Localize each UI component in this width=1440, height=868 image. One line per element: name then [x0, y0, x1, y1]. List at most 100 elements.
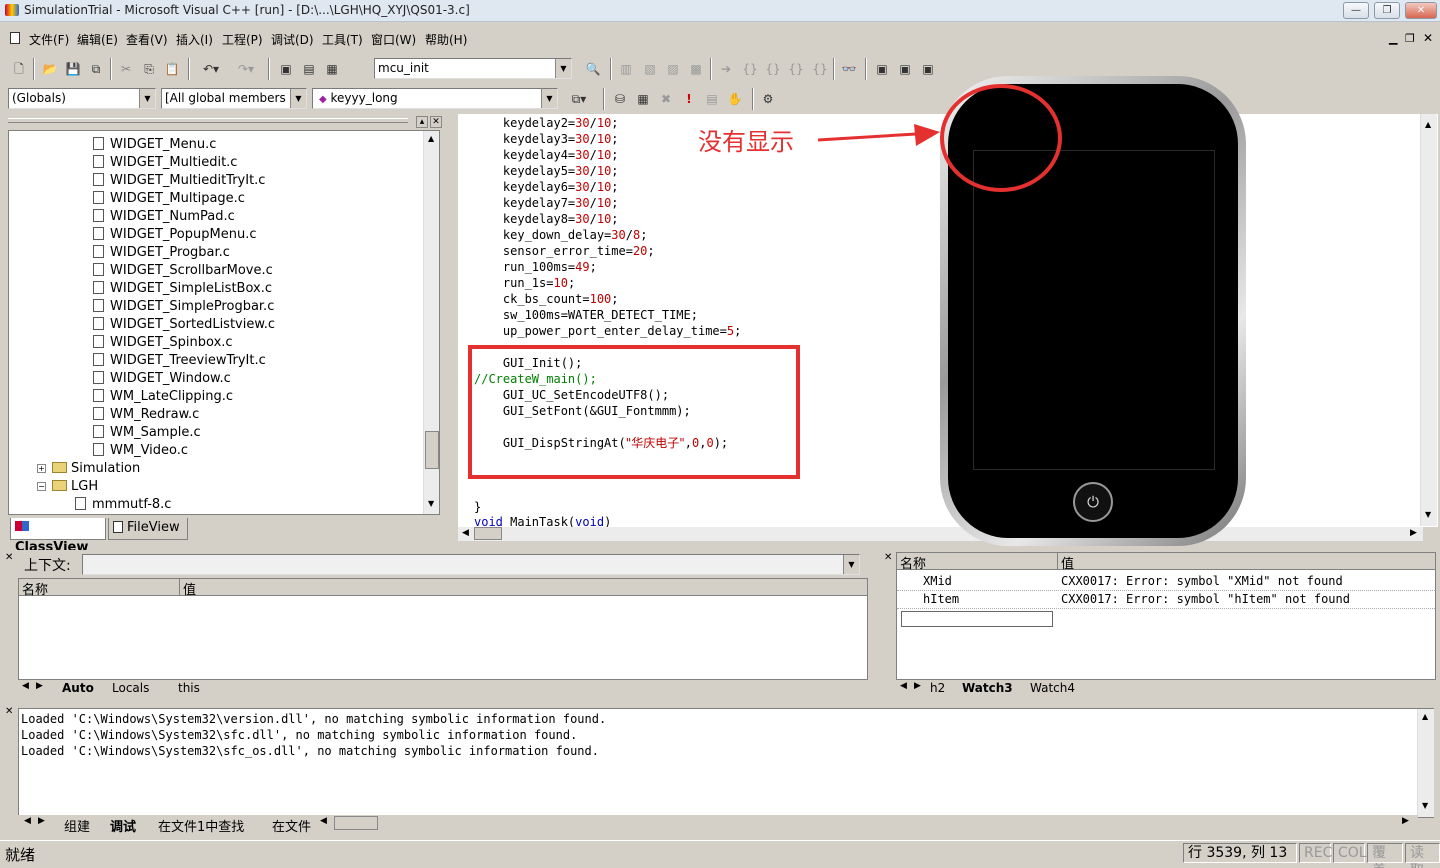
find-in-files-icon[interactable]: 🔍: [583, 59, 603, 79]
scroll-left-icon[interactable]: ◀: [320, 816, 327, 826]
tree-file[interactable]: WIDGET_SimpleListBox.c: [93, 281, 272, 299]
registers-window-icon[interactable]: ▣: [918, 59, 938, 79]
scroll-down-icon[interactable]: ▼: [428, 499, 434, 508]
tree-file[interactable]: WIDGET_SortedListview.c: [93, 317, 275, 335]
members-combo[interactable]: [All global members ▼: [161, 88, 307, 109]
workspace-icon[interactable]: ▣: [276, 59, 296, 79]
tab-build[interactable]: 组建: [64, 816, 90, 835]
build-all-icon[interactable]: ▦: [633, 89, 653, 109]
editor-vscrollbar[interactable]: ▲ ▼: [1420, 114, 1437, 526]
menu-help[interactable]: 帮助(H): [425, 31, 467, 48]
save-icon[interactable]: 💾: [63, 59, 83, 79]
power-icon[interactable]: ⏻: [1073, 482, 1113, 522]
scroll-up-icon[interactable]: ▲: [1425, 120, 1431, 129]
build-stop-icon[interactable]: ▨: [663, 59, 683, 79]
minimize-button[interactable]: —: [1343, 2, 1369, 19]
scroll-right-icon[interactable]: ▶: [1402, 816, 1409, 826]
wizard-action-icon[interactable]: ⧉▾: [561, 89, 597, 109]
menu-tools[interactable]: 工具(T): [322, 31, 363, 48]
menu-edit[interactable]: 编辑(E): [77, 31, 118, 48]
menu-window[interactable]: 窗口(W): [371, 31, 416, 48]
go-icon[interactable]: ➔: [716, 59, 736, 79]
maximize-button[interactable]: ❐: [1374, 2, 1400, 19]
close-button[interactable]: ✕: [1405, 2, 1437, 19]
context-combo[interactable]: ▼: [82, 554, 860, 575]
variables-window-icon[interactable]: ▣: [895, 59, 915, 79]
chevron-down-icon[interactable]: ▼: [139, 89, 155, 108]
column-value[interactable]: 值: [1057, 553, 1074, 572]
pane-close-icon[interactable]: ✕: [884, 552, 892, 563]
phone-screen[interactable]: [973, 150, 1215, 470]
tree-file[interactable]: mmmutf-8.c: [75, 497, 171, 514]
redo-icon[interactable]: ↷▾: [230, 59, 262, 79]
scroll-up-icon[interactable]: ▲: [1422, 712, 1428, 721]
pane-close-icon[interactable]: ✕: [5, 706, 13, 717]
tab-debug[interactable]: 调试: [110, 816, 136, 835]
paste-icon[interactable]: 📋: [162, 59, 182, 79]
chevron-down-icon[interactable]: ▼: [843, 555, 859, 574]
expand-icon[interactable]: +: [37, 464, 46, 473]
scroll-down-icon[interactable]: ▼: [1422, 801, 1428, 810]
pane-close-icon[interactable]: ✕: [430, 116, 442, 128]
pane-maximize-icon[interactable]: ▴: [416, 116, 428, 128]
quickwatch-icon[interactable]: 👓: [839, 59, 859, 79]
tree-file[interactable]: WIDGET_MultieditTryIt.c: [93, 173, 265, 191]
table-row[interactable]: XMid CXX0017: Error: symbol "XMid" not f…: [897, 573, 1435, 591]
breakpoint-icon[interactable]: ▤: [702, 89, 722, 109]
stop-build-icon[interactable]: ✖: [656, 89, 676, 109]
output-text[interactable]: Loaded 'C:\Windows\System32\version.dll'…: [18, 708, 1434, 818]
tree-file[interactable]: WM_LateClipping.c: [93, 389, 233, 407]
menu-debug[interactable]: 调试(D): [271, 31, 314, 48]
tab-find-in-files-1[interactable]: 在文件1中查找: [158, 816, 244, 835]
execute-icon[interactable]: ▩: [686, 59, 706, 79]
collapse-icon[interactable]: −: [37, 482, 46, 491]
cut-icon[interactable]: ✂: [116, 59, 136, 79]
exclamation-icon[interactable]: !: [679, 89, 699, 109]
tab-scroll-right-icon[interactable]: ▶: [38, 816, 45, 826]
undo-icon[interactable]: ↶▾: [195, 59, 227, 79]
menu-file[interactable]: 文件(F): [29, 31, 69, 48]
step-over-icon[interactable]: {}: [763, 59, 783, 79]
column-value[interactable]: 值: [179, 579, 196, 598]
tree-file[interactable]: WIDGET_Menu.c: [93, 137, 216, 155]
editor-hscrollbar[interactable]: ◀ ▶: [458, 527, 1423, 541]
compile-icon[interactable]: ▥: [616, 59, 636, 79]
mdi-restore-icon[interactable]: ❐: [1405, 32, 1415, 45]
scroll-thumb[interactable]: [334, 816, 378, 830]
tree-file[interactable]: WIDGET_Multipage.c: [93, 191, 245, 209]
scroll-thumb[interactable]: [425, 431, 439, 469]
menu-project[interactable]: 工程(P): [222, 31, 263, 48]
save-all-icon[interactable]: ⧉: [86, 59, 106, 79]
tree-folder-simulation[interactable]: + Simulation: [37, 461, 140, 479]
scroll-up-icon[interactable]: ▲: [428, 134, 434, 143]
pane-gripper[interactable]: [8, 118, 408, 123]
table-row[interactable]: hItem CXX0017: Error: symbol "hItem" not…: [897, 591, 1435, 609]
scroll-thumb[interactable]: [474, 527, 502, 540]
tree-scrollbar[interactable]: ▲ ▼: [423, 131, 439, 514]
symbol-combo[interactable]: ◆ keyyy_long ▼: [312, 88, 558, 109]
watch-window-icon[interactable]: ▣: [872, 59, 892, 79]
tab-auto[interactable]: Auto: [62, 681, 94, 695]
run-to-cursor-icon[interactable]: {}: [810, 59, 830, 79]
scroll-down-icon[interactable]: ▼: [1425, 510, 1431, 519]
tree-file[interactable]: WIDGET_PopupMenu.c: [93, 227, 256, 245]
menu-insert[interactable]: 插入(I): [176, 31, 213, 48]
tools-icon[interactable]: ⚙: [758, 89, 778, 109]
build-icon[interactable]: ▧: [640, 59, 660, 79]
tab-fileview[interactable]: FileView: [108, 518, 188, 540]
window-list-icon[interactable]: ▦: [322, 59, 342, 79]
tree-file[interactable]: WIDGET_SimpleProgbar.c: [93, 299, 274, 317]
tab-h2[interactable]: h2: [930, 681, 945, 695]
chevron-down-icon[interactable]: ▼: [290, 89, 306, 108]
tab-watch4[interactable]: Watch4: [1030, 681, 1075, 695]
globals-combo[interactable]: (Globals) ▼: [8, 88, 156, 109]
tab-scroll-left-icon[interactable]: ◀: [24, 816, 31, 826]
output-window-icon[interactable]: ▤: [299, 59, 319, 79]
menu-view[interactable]: 查看(V): [126, 31, 168, 48]
chevron-down-icon[interactable]: ▼: [555, 59, 571, 78]
tree-file[interactable]: WIDGET_Multiedit.c: [93, 155, 237, 173]
tab-classview[interactable]: ClassView: [10, 518, 106, 555]
mdi-close-icon[interactable]: ✕: [1423, 31, 1433, 45]
tree-file[interactable]: WM_Sample.c: [93, 425, 201, 443]
function-combo[interactable]: mcu_init ▼: [374, 58, 572, 79]
